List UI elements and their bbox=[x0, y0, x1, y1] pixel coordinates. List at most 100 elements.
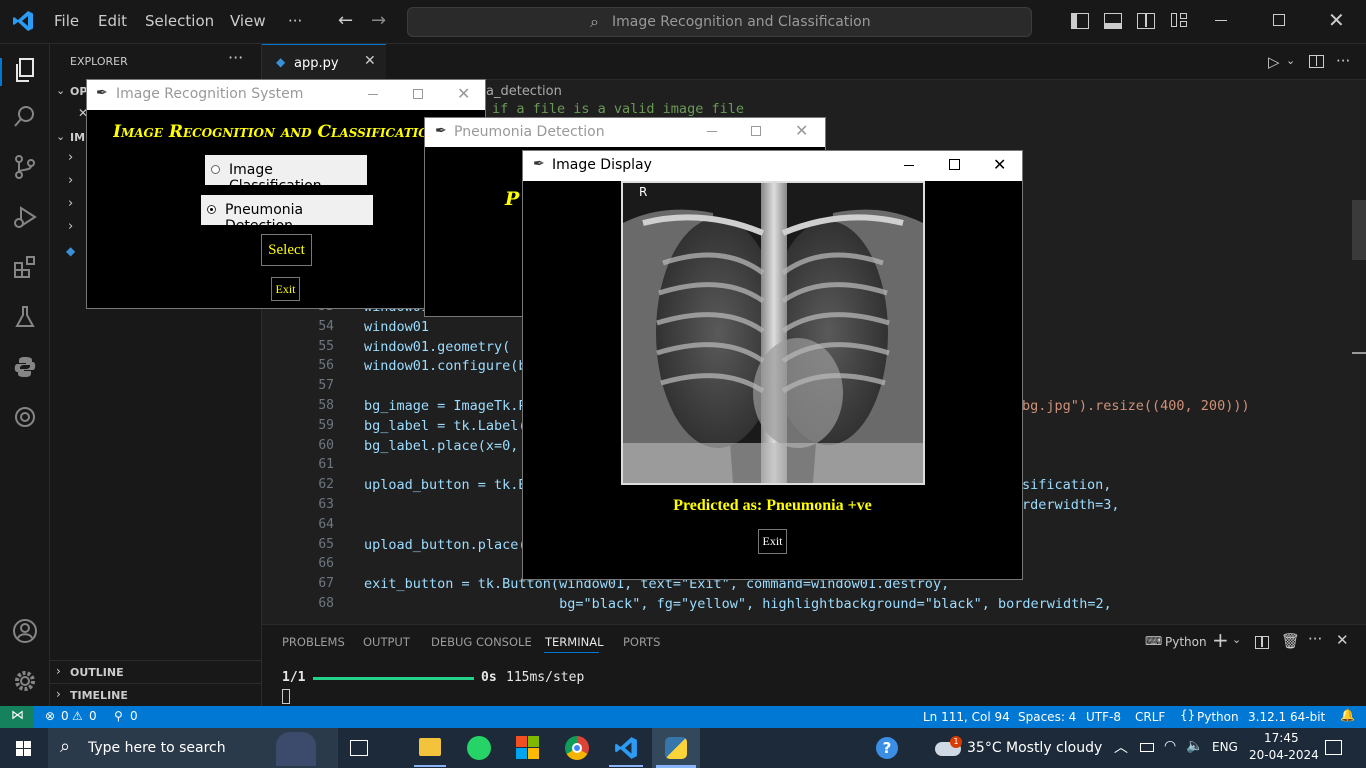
folder-header[interactable]: IM bbox=[70, 131, 85, 144]
close-icon[interactable]: ✕ bbox=[1328, 8, 1345, 32]
editor-scrollbar[interactable] bbox=[1352, 200, 1366, 260]
clock-date[interactable]: 20-04-2024 bbox=[1249, 748, 1319, 762]
search-icon[interactable] bbox=[10, 104, 40, 134]
wifi-icon[interactable]: ◠ bbox=[1164, 738, 1176, 754]
select-button[interactable]: Select bbox=[261, 234, 312, 266]
code-line[interactable]: upload_button.place( bbox=[364, 537, 527, 553]
maximize-icon[interactable] bbox=[949, 159, 960, 170]
more-actions-icon[interactable]: ··· bbox=[228, 48, 243, 67]
chatgpt-icon[interactable] bbox=[10, 404, 40, 434]
code-line[interactable]: bg="black", fg="yellow", highlightbackgr… bbox=[364, 596, 1112, 612]
explorer-icon[interactable] bbox=[10, 56, 40, 86]
taskbar-search-box[interactable]: ⌕ Type here to search bbox=[48, 728, 338, 768]
breadcrumb[interactable]: a_detection bbox=[486, 84, 562, 99]
code-line[interactable]: bg_image = ImageTk.P bbox=[364, 398, 527, 414]
toggle-panel-icon[interactable] bbox=[1104, 13, 1122, 29]
weather-description[interactable]: Mostly cloudy bbox=[1006, 740, 1102, 756]
new-terminal-icon[interactable]: + bbox=[1212, 628, 1229, 652]
close-icon[interactable]: ✕ bbox=[457, 84, 470, 103]
command-center-search[interactable]: ⌕ Image Recognition and Classification bbox=[407, 7, 1032, 37]
code-line[interactable]: window01.configure(b bbox=[364, 358, 527, 374]
task-view-icon[interactable] bbox=[350, 740, 368, 756]
clock-time[interactable]: 17:45 bbox=[1264, 731, 1299, 745]
language-mode[interactable]: Python bbox=[1197, 710, 1239, 724]
minimize-icon[interactable] bbox=[707, 131, 717, 132]
run-debug-icon[interactable] bbox=[10, 204, 40, 234]
more-actions-icon[interactable]: ··· bbox=[1308, 630, 1322, 648]
chevron-right-icon[interactable]: › bbox=[68, 173, 73, 188]
tab-problems[interactable]: PROBLEMS bbox=[282, 635, 345, 649]
minimize-icon[interactable] bbox=[368, 94, 378, 95]
vscode-taskbar-icon[interactable] bbox=[614, 736, 638, 760]
code-line[interactable]: bg_label.place(x=0, bbox=[364, 438, 527, 454]
testing-flask-icon[interactable] bbox=[10, 304, 40, 334]
settings-gear-icon[interactable] bbox=[10, 668, 40, 698]
toggle-secondary-sidebar-icon[interactable] bbox=[1137, 13, 1155, 29]
window-titlebar[interactable]: ✒ Pneumonia Detection ✕ bbox=[425, 118, 825, 147]
split-terminal-icon[interactable] bbox=[1255, 636, 1269, 649]
tab-output[interactable]: OUTPUT bbox=[363, 635, 410, 649]
chevron-right-icon[interactable]: › bbox=[68, 219, 73, 234]
exit-button[interactable]: Exit bbox=[758, 529, 787, 554]
chevron-down-icon[interactable]: ⌄ bbox=[1232, 633, 1241, 646]
radio-image-classification[interactable]: Image Classification bbox=[205, 155, 367, 194]
maximize-icon[interactable] bbox=[751, 126, 761, 136]
window-titlebar[interactable]: ✒ Image Recognition System ✕ bbox=[87, 80, 485, 110]
windows-start-icon[interactable] bbox=[16, 741, 32, 756]
chevron-right-icon[interactable]: › bbox=[68, 150, 73, 165]
menu-edit[interactable]: Edit bbox=[98, 12, 127, 30]
extensions-icon[interactable] bbox=[10, 254, 40, 284]
timeline-header[interactable]: TIMELINE bbox=[70, 689, 128, 702]
help-icon[interactable]: ? bbox=[876, 737, 898, 759]
menu-selection[interactable]: Selection bbox=[145, 12, 214, 30]
notifications-bell-icon[interactable]: 🔔 bbox=[1340, 708, 1355, 722]
chrome-icon[interactable] bbox=[565, 736, 589, 760]
encoding[interactable]: UTF-8 bbox=[1086, 710, 1121, 724]
window-titlebar[interactable]: ✒ Image Display ✕ bbox=[523, 151, 1022, 181]
menu-file[interactable]: File bbox=[54, 12, 79, 30]
code-line[interactable]: upload_button = tk.B bbox=[364, 477, 527, 493]
close-panel-icon[interactable]: ✕ bbox=[1336, 631, 1349, 649]
shell-name[interactable]: Python bbox=[1165, 635, 1207, 649]
microsoft-store-icon[interactable] bbox=[516, 736, 540, 760]
code-line[interactable]: window01.geometry( bbox=[364, 339, 510, 355]
indentation[interactable]: Spaces: 4 bbox=[1018, 710, 1076, 724]
chevron-right-icon[interactable]: › bbox=[68, 196, 73, 211]
customize-layout-icon[interactable] bbox=[1171, 13, 1187, 29]
battery-icon[interactable] bbox=[1140, 743, 1154, 752]
menu-view[interactable]: View bbox=[230, 12, 266, 30]
chevron-right-icon[interactable]: › bbox=[56, 687, 61, 701]
outline-header[interactable]: OUTLINE bbox=[70, 666, 124, 679]
weather-temperature[interactable]: 35°C bbox=[967, 740, 1002, 756]
chevron-down-icon[interactable]: ⌄ bbox=[56, 130, 65, 143]
chevron-right-icon[interactable]: › bbox=[56, 664, 61, 678]
file-explorer-icon[interactable] bbox=[419, 738, 441, 756]
cursor-position[interactable]: Ln 111, Col 94 bbox=[923, 710, 1010, 724]
open-editors-header[interactable]: OP bbox=[70, 85, 87, 98]
tab-ports[interactable]: PORTS bbox=[623, 635, 660, 649]
more-actions-icon[interactable]: ··· bbox=[1336, 52, 1350, 70]
warning-count[interactable]: 0 bbox=[89, 709, 97, 723]
remote-indicator[interactable]: ⋈ bbox=[0, 706, 34, 728]
restore-icon[interactable] bbox=[1273, 14, 1285, 26]
ports-count[interactable]: 0 bbox=[130, 709, 138, 723]
exit-button[interactable]: Exit bbox=[271, 277, 300, 301]
code-line[interactable]: bg_label = tk.Label( bbox=[364, 418, 527, 434]
input-language[interactable]: ENG bbox=[1212, 740, 1238, 754]
chevron-down-icon[interactable]: ⌄ bbox=[1286, 54, 1295, 67]
minimize-icon[interactable] bbox=[1215, 20, 1227, 21]
whatsapp-icon[interactable] bbox=[467, 736, 491, 760]
tab-app-py[interactable]: ◆ app.py ✕ bbox=[262, 44, 386, 80]
source-control-icon[interactable] bbox=[10, 154, 40, 184]
terminal-cursor[interactable] bbox=[282, 689, 290, 704]
back-arrow-icon[interactable]: ← bbox=[338, 10, 353, 31]
python-taskbar-app[interactable] bbox=[652, 728, 700, 768]
radio-pneumonia-detection[interactable]: Pneumonia Detection bbox=[201, 195, 373, 234]
trash-icon[interactable]: 🗑 bbox=[1281, 632, 1300, 650]
python-file-icon[interactable]: ◆ bbox=[66, 244, 75, 258]
tab-terminal[interactable]: TERMINAL bbox=[545, 635, 603, 649]
minimize-icon[interactable] bbox=[904, 165, 914, 166]
line-ending[interactable]: CRLF bbox=[1135, 710, 1165, 724]
chevron-down-icon[interactable]: ⌄ bbox=[56, 84, 65, 97]
python-icon[interactable] bbox=[10, 354, 40, 384]
